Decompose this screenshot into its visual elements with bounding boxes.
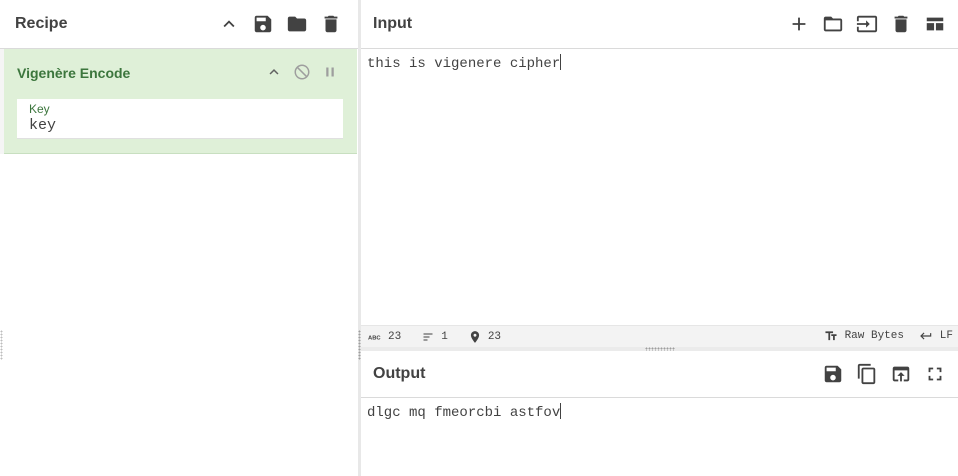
collapse-all-button[interactable] [212,7,246,41]
encoding-selector[interactable]: Raw Bytes [823,329,904,343]
lines-stat: 1 [421,331,448,343]
input-caret [560,54,562,70]
length-stat: ABC 23 [368,331,401,343]
length-value: 23 [388,330,402,343]
folder-icon [287,16,307,32]
input-title: Input [373,15,413,32]
output-header: Output [361,351,958,398]
block-icon [294,64,310,80]
load-recipe-button[interactable] [280,7,314,41]
save-icon [254,15,272,33]
replace-input-button[interactable] [884,357,918,391]
clear-input-button[interactable] [884,7,918,41]
recipe-panel: Recipe Vigenère Encode Key key [0,0,358,476]
operation-vigenere-encode[interactable]: Vigenère Encode Key key [4,49,357,154]
input-icon [856,15,878,33]
input-text: this is vigenere cipher [367,56,561,72]
add-input-tab-button[interactable] [782,7,816,41]
return-arrow-icon [919,332,932,340]
left-resize-handle[interactable] [0,330,3,360]
hide-args-button[interactable] [263,61,285,83]
key-argument-value[interactable]: key [29,117,56,134]
eol-selector[interactable]: LF [918,329,953,343]
position-stat: 23 [468,330,501,344]
layout-icon [926,17,944,31]
fullscreen-icon [928,367,942,381]
chevron-up-icon [269,69,279,75]
trash-icon [324,15,338,33]
breakpoint-button[interactable] [319,61,341,83]
io-panel: Input this is vigenere cipher ABC 23 1 2… [361,0,958,476]
input-toolbar [782,0,952,48]
disable-operation-button[interactable] [291,61,313,83]
operation-title: Vigenère Encode [17,65,131,81]
trash-icon [894,15,908,33]
input-header: Input [361,0,958,49]
recipe-toolbar [212,0,348,48]
save-icon [824,365,842,383]
key-argument-field[interactable]: Key key [17,99,343,139]
location-pin-icon [470,330,479,343]
key-argument-label: Key [29,102,50,116]
save-recipe-button[interactable] [246,7,280,41]
input-status-bar: ABC 23 1 23 Raw Bytes LF [361,325,958,347]
clear-recipe-button[interactable] [314,7,348,41]
abc-icon: ABC [368,335,381,341]
lines-value: 1 [441,330,448,343]
text-format-icon [825,331,837,341]
input-textarea[interactable]: this is vigenere cipher [367,54,562,72]
operation-controls [263,61,341,83]
recipe-title: Recipe [15,15,68,32]
save-output-button[interactable] [816,357,850,391]
recipe-header: Recipe [0,0,358,49]
copy-output-button[interactable] [850,357,884,391]
maximise-output-button[interactable] [918,357,952,391]
chevron-up-icon [223,20,235,28]
encoding-value: Raw Bytes [844,330,904,342]
folder-outline-icon [823,16,843,32]
eol-value: LF [939,330,953,342]
pause-icon [326,67,334,77]
svg-text:ABC: ABC [368,335,381,341]
copy-icon [857,363,876,385]
plus-icon [792,17,806,31]
reset-layout-button[interactable] [918,7,952,41]
output-title: Output [373,365,426,382]
lines-icon [423,333,433,340]
output-caret [560,403,562,419]
output-textarea[interactable]: dlgc mq fmeorcbi astfov [367,403,562,421]
output-toolbar [816,351,952,397]
open-in-browser-icon [892,366,910,382]
open-file-button[interactable] [850,7,884,41]
output-text: dlgc mq fmeorcbi astfov [367,405,561,421]
position-value: 23 [487,330,502,343]
open-folder-button[interactable] [816,7,850,41]
